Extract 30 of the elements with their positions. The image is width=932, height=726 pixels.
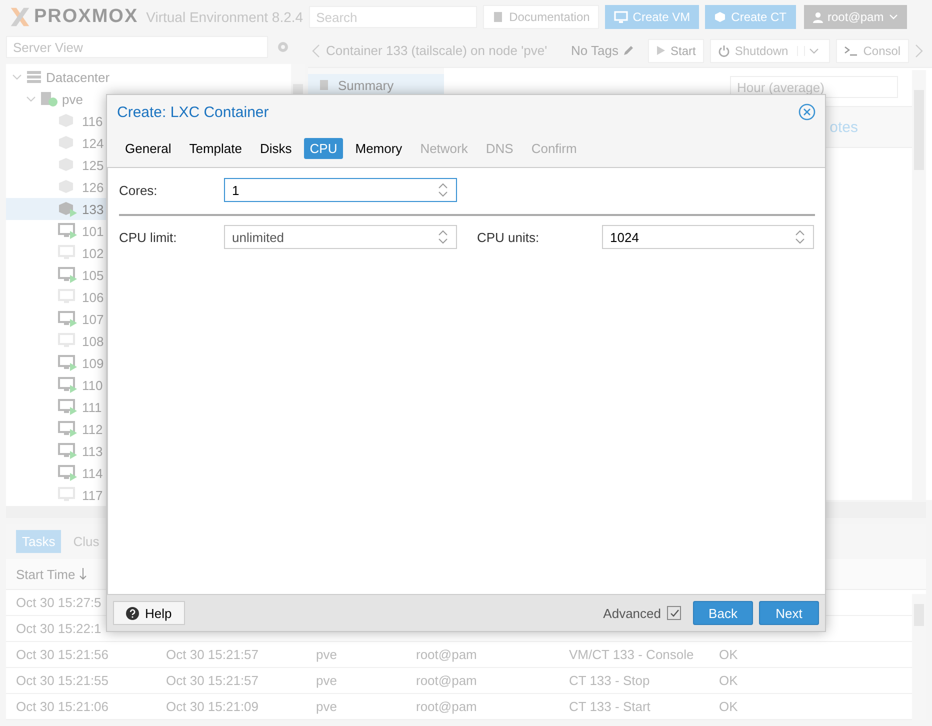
table-cell-text: CT 133 - Start [569, 699, 652, 714]
table-cell-text: root@pam [416, 699, 478, 714]
table-cell-text: Oct 30 15:21:56 [16, 647, 110, 662]
table-cell-text: Oct 30 15:22:1 [16, 621, 102, 636]
table-cell-text: pve [316, 673, 338, 688]
table-cell-text: Oct 30 15:21:55 [16, 673, 110, 688]
content-title: Container 133 (tailscale) on node 'pve' [326, 43, 548, 58]
advanced-label: Advanced [603, 606, 661, 620]
wizard-tab: Network [414, 138, 474, 158]
table-cell-text: OK [719, 673, 739, 688]
table-cell-text: Oct 30 15:21:06 [16, 699, 110, 714]
wizard-tab: DNS [480, 138, 520, 158]
field-label: CPU limit: [119, 230, 178, 244]
dialog-title: Create: LXC Container [117, 104, 270, 120]
table-cell-text: pve [316, 699, 338, 714]
field-label: Cores: [119, 182, 158, 198]
table-cell-text: OK [719, 647, 739, 662]
table-cell-text: Oct 30 15:21:57 [166, 647, 260, 662]
table-cell-text: CT 133 - Stop [569, 673, 651, 688]
table-cell-text: Oct 30 15:21:09 [166, 699, 260, 714]
table-cell-text: root@pam [416, 647, 478, 662]
table-cell-text: OK [719, 699, 739, 714]
wizard-tab: Confirm [525, 138, 583, 158]
logo-wordmark: PROXMOX [34, 6, 138, 28]
table-cell-text: Oct 30 15:21:57 [166, 673, 260, 688]
table-cell-text: Oct 30 15:27:5 [16, 595, 102, 610]
field-label: CPU units: [477, 230, 540, 244]
table-cell-text: VM/CT 133 - Console [569, 647, 695, 662]
table-cell-text: pve [316, 647, 338, 662]
table-cell-text: root@pam [416, 673, 478, 688]
